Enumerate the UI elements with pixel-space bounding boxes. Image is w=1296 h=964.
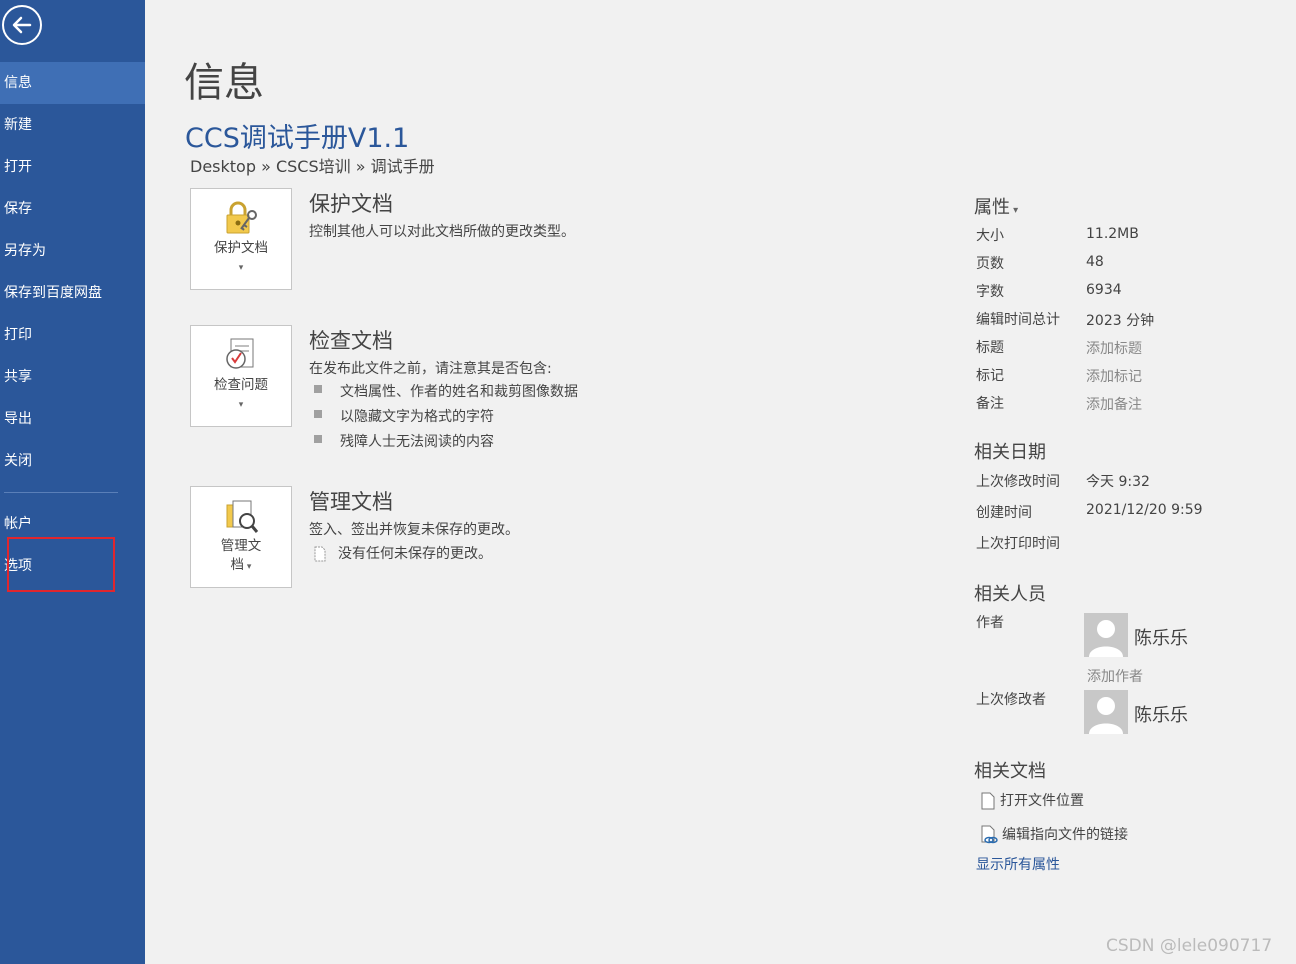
inspect-bullet: 文档属性、作者的姓名和裁剪图像数据 [314,381,578,401]
nav-item-open[interactable]: 打开 [0,146,145,188]
person-icon [1089,620,1123,657]
properties-header[interactable]: 属性 ▾ [974,193,1018,219]
back-button[interactable] [2,5,42,45]
nav-item-save[interactable]: 保存 [0,188,145,230]
inspect-bullet: 以隐藏文字为格式的字符 [314,406,494,426]
nav-item-save-to-baidu[interactable]: 保存到百度网盘 [0,272,145,314]
related-people-header: 相关人员 [974,584,1046,605]
options-highlight-box [7,537,115,592]
prop-label-title: 标题 [976,340,1004,356]
prop-label-tags: 标记 [976,368,1004,384]
chevron-down-icon: ▾ [244,562,252,572]
watermark: CSDN @lele090717 [1106,936,1273,956]
manage-document-title: 管理文档 [309,490,393,514]
date-value-modified: 今天 9:32 [1086,474,1150,490]
document-icon [981,792,995,810]
document-search-icon [191,497,291,537]
date-value-created: 2021/12/20 9:59 [1086,502,1203,518]
last-modified-by-name[interactable]: 陈乐乐 [1134,701,1188,727]
prop-label-words: 字数 [976,284,1004,300]
nav-item-save-as[interactable]: 另存为 [0,230,145,272]
chevron-down-icon: ▾ [238,400,244,410]
document-link-icon [981,825,998,844]
prop-value-title-input[interactable]: 添加标题 [1086,338,1142,358]
prop-value-size: 11.2MB [1086,226,1139,242]
author-name[interactable]: 陈乐乐 [1134,624,1188,650]
prop-value-comments-input[interactable]: 添加备注 [1086,394,1142,414]
backstage-sidebar: 信息 新建 打开 保存 另存为 保存到百度网盘 打印 共享 导出 关闭 帐户 选… [0,0,145,964]
related-dates-header: 相关日期 [974,442,1046,463]
nav-separator [4,492,118,493]
add-author-input[interactable]: 添加作者 [1087,666,1143,686]
document-title: CCS调试手册V1.1 [185,123,410,154]
date-label-modified: 上次修改时间 [976,474,1060,490]
breadcrumb[interactable]: Desktop » CSCS培训 » 调试手册 [190,153,435,177]
manage-document-button[interactable]: 管理文 档 ▾ [190,486,292,588]
inspect-bullet: 残障人士无法阅读的内容 [314,431,494,451]
open-file-location-link[interactable]: 打开文件位置 [980,790,1084,810]
prop-label-pages: 页数 [976,256,1004,272]
nav-item-print[interactable]: 打印 [0,314,145,356]
prop-value-words: 6934 [1086,282,1122,298]
checklist-clock-icon [191,336,291,376]
avatar[interactable] [1084,613,1128,657]
document-icon [314,546,326,562]
chevron-down-icon: ▾ [1010,205,1019,216]
nav-item-info[interactable]: 信息 [0,62,145,104]
inspect-document-title: 检查文档 [309,329,393,353]
chevron-down-icon: ▾ [238,263,244,273]
prop-value-pages: 48 [1086,254,1104,270]
person-icon [1089,697,1123,734]
protect-document-title: 保护文档 [309,192,393,216]
check-issues-button[interactable]: 检查问题 ▾ [190,325,292,427]
edit-file-links-link[interactable]: 编辑指向文件的链接 [980,824,1128,845]
date-label-printed: 上次打印时间 [976,536,1060,552]
prop-label-comments: 备注 [976,396,1004,412]
nav-item-share[interactable]: 共享 [0,356,145,398]
protect-document-tile-label: 保护文档 [214,240,268,256]
protect-document-desc: 控制其他人可以对此文档所做的更改类型。 [309,224,575,240]
inspect-document-desc: 在发布此文件之前，请注意其是否包含: [309,361,552,377]
nav-item-export[interactable]: 导出 [0,398,145,440]
manage-document-note: 没有任何未保存的更改。 [312,543,492,563]
check-issues-tile-label: 检查问题 [214,377,268,393]
nav-item-new[interactable]: 新建 [0,104,145,146]
avatar[interactable] [1084,690,1128,734]
last-modified-by-label: 上次修改者 [976,692,1046,708]
related-documents-header: 相关文档 [974,761,1046,782]
date-label-created: 创建时间 [976,505,1032,521]
nav-item-close[interactable]: 关闭 [0,440,145,482]
prop-value-edit-time: 2023 分钟 [1086,313,1155,329]
manage-document-desc: 签入、签出并恢复未保存的更改。 [309,522,519,538]
author-label: 作者 [976,615,1004,631]
prop-label-size: 大小 [976,228,1004,244]
back-arrow-icon [12,16,32,34]
protect-document-button[interactable]: 保护文档 ▾ [190,188,292,290]
lock-key-icon [191,199,291,239]
page-title: 信息 [184,60,264,106]
manage-document-tile-label-line1: 管理文 [220,538,262,554]
prop-value-tags-input[interactable]: 添加标记 [1086,366,1142,386]
prop-label-edit-time: 编辑时间总计 [976,312,1060,328]
show-all-properties-link[interactable]: 显示所有属性 [976,854,1060,874]
manage-document-tile-label-line2: 档 ▾ [230,557,252,573]
